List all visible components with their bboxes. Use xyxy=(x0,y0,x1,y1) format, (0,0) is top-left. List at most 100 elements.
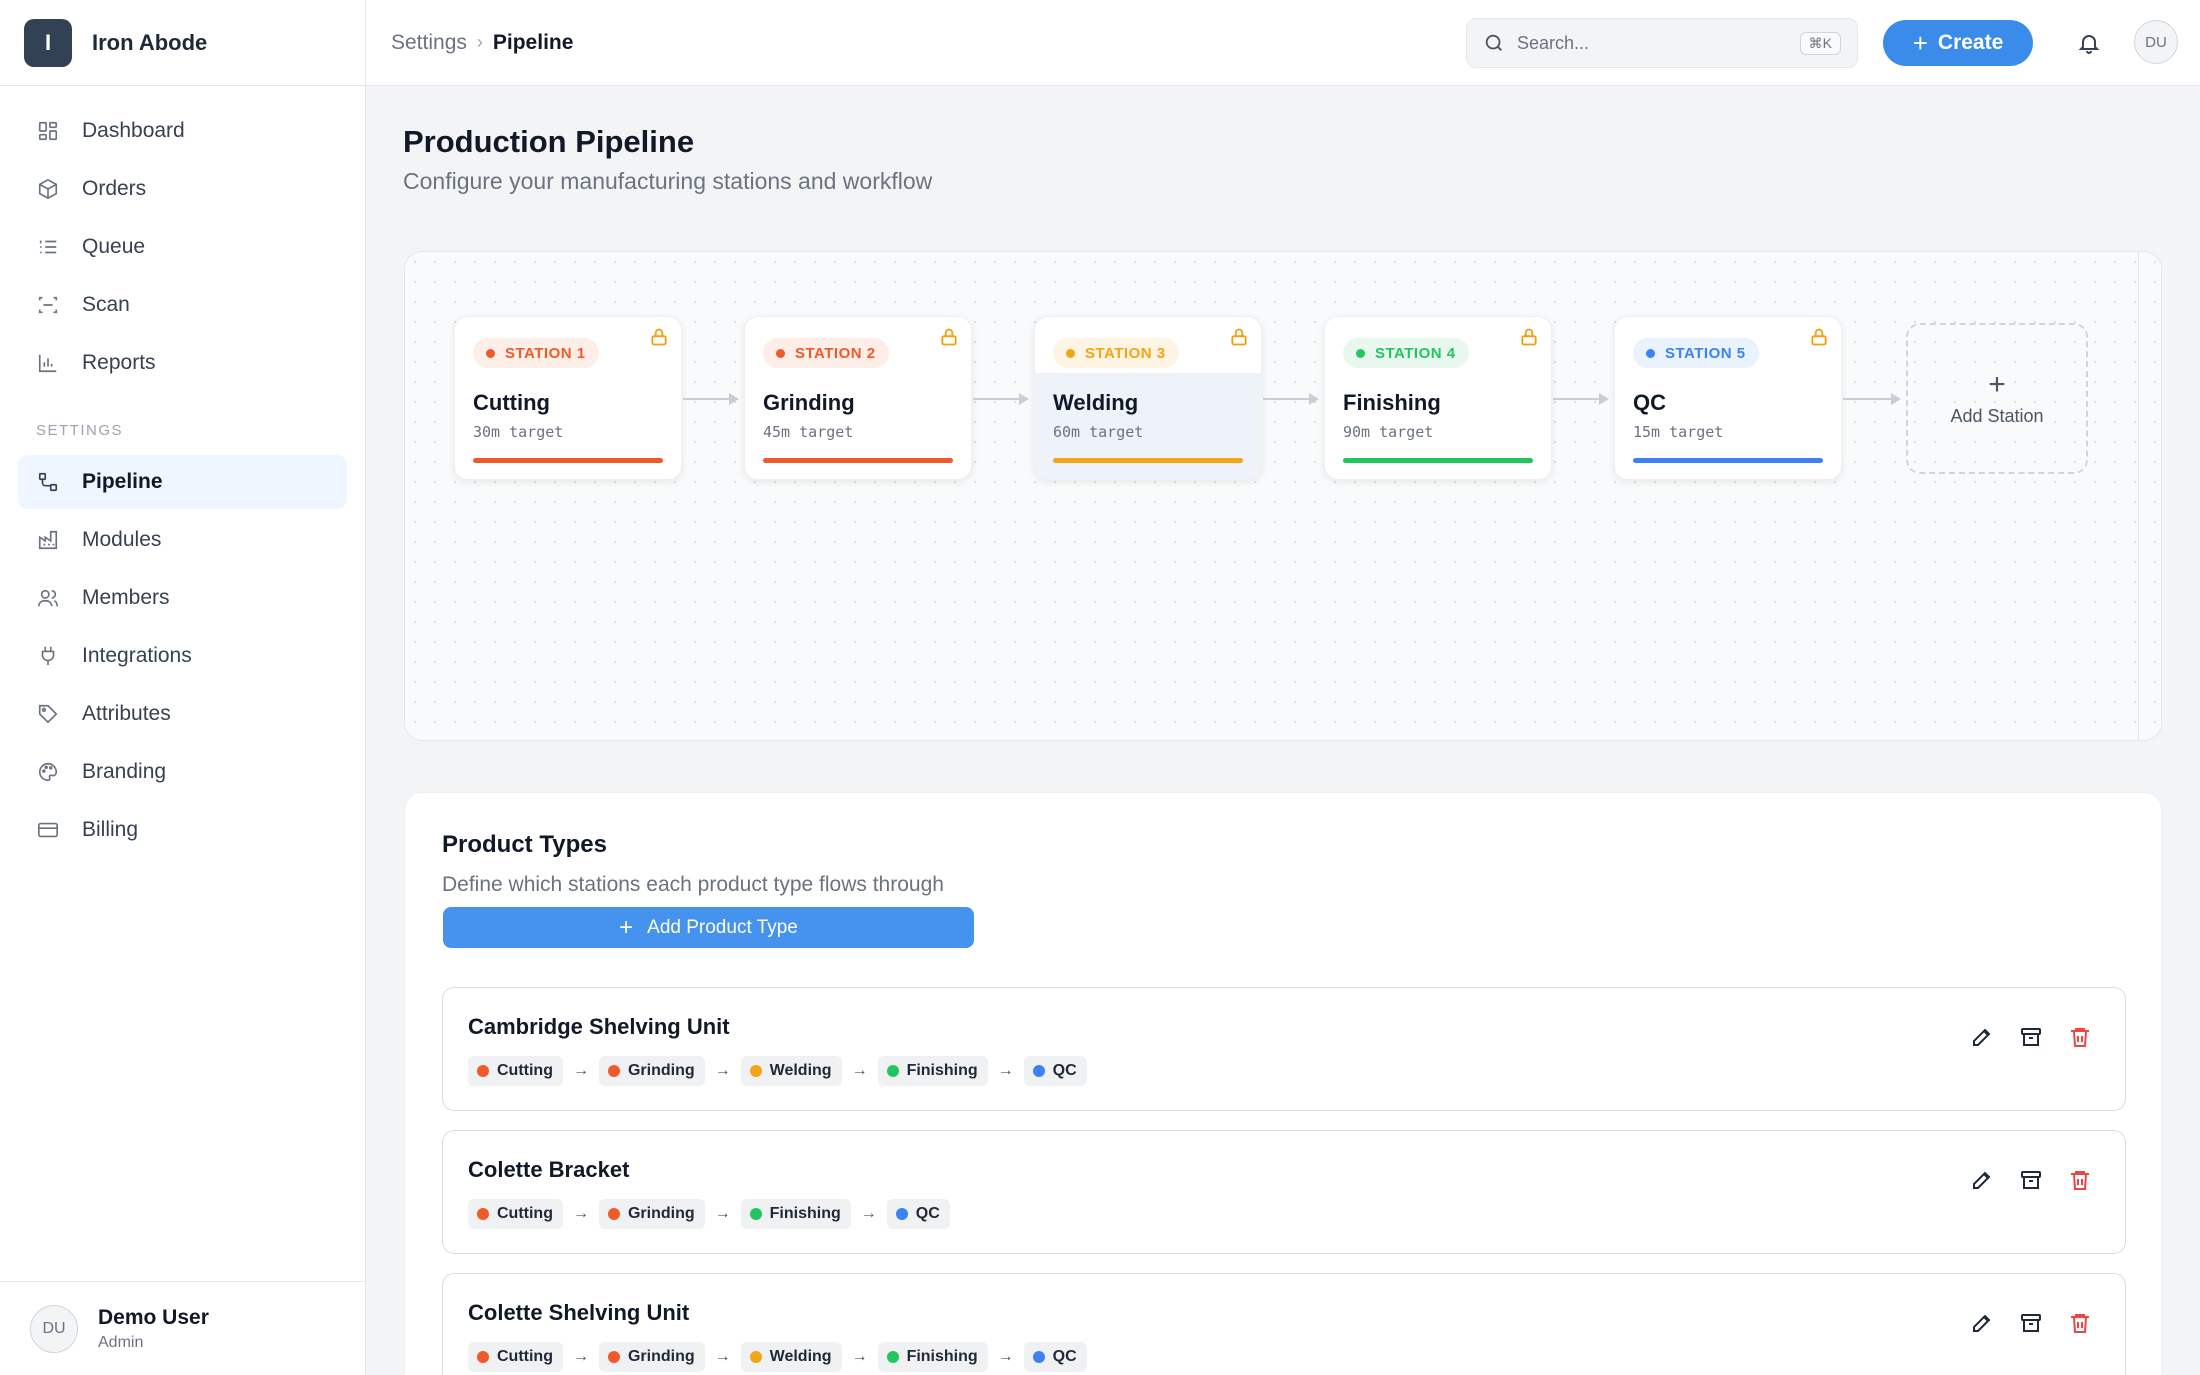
row-actions xyxy=(1948,1165,2095,1195)
lock-icon[interactable] xyxy=(1519,327,1539,347)
product-types-subtitle: Define which stations each product type … xyxy=(442,873,944,896)
palette-icon xyxy=(36,760,60,784)
station-chip-label: Grinding xyxy=(627,1348,695,1365)
station-chip: Grinding xyxy=(598,1056,705,1086)
arrow-right-icon: → xyxy=(714,1348,731,1365)
trash-icon[interactable] xyxy=(2065,1165,2095,1195)
row-actions xyxy=(1948,1308,2095,1338)
station-chip: Welding xyxy=(740,1342,842,1372)
station-flow: Cutting → Grinding → Welding → Finishing… xyxy=(468,1056,1087,1086)
station-badge-label: STATION 5 xyxy=(1665,344,1746,362)
station-chip-label: Finishing xyxy=(769,1205,841,1222)
page-subtitle: Configure your manufacturing stations an… xyxy=(403,168,933,194)
product-type-row[interactable]: Colette Bracket Cutting → Grinding → Fin… xyxy=(442,1130,2126,1254)
station-chip: Grinding xyxy=(598,1342,705,1372)
bell-icon[interactable] xyxy=(2072,26,2106,60)
product-type-row[interactable]: Cambridge Shelving Unit Cutting → Grindi… xyxy=(442,987,2126,1111)
lock-icon[interactable] xyxy=(649,327,669,347)
station-name: Finishing xyxy=(1343,390,1441,415)
lock-icon[interactable] xyxy=(939,327,959,347)
station-card-4[interactable]: STATION 4 Finishing 90m target xyxy=(1324,316,1552,480)
avatar[interactable]: DU xyxy=(2134,20,2178,64)
canvas-scrollbar[interactable] xyxy=(2138,252,2139,740)
station-chip: Finishing xyxy=(877,1056,988,1086)
edit-icon[interactable] xyxy=(1967,1165,1997,1195)
scan-icon xyxy=(36,293,60,317)
add-station-label: Add Station xyxy=(1950,406,2044,426)
nav-item-scan[interactable]: Scan xyxy=(18,278,347,332)
station-chip: Cutting xyxy=(468,1342,563,1372)
station-color-bar xyxy=(1633,458,1823,463)
station-chip: Cutting xyxy=(468,1199,563,1229)
archive-icon[interactable] xyxy=(2016,1308,2046,1338)
trash-icon[interactable] xyxy=(2065,1022,2095,1052)
create-button[interactable]: + Create xyxy=(1883,20,2033,66)
station-chip: Finishing xyxy=(740,1199,851,1229)
user-name: Demo User xyxy=(98,1305,209,1329)
nav-item-dashboard[interactable]: Dashboard xyxy=(18,104,347,158)
nav-label: Branding xyxy=(82,760,167,783)
lock-icon[interactable] xyxy=(1229,327,1249,347)
add-product-type-button[interactable]: + Add Product Type xyxy=(443,907,974,948)
add-station-button[interactable]: + Add Station xyxy=(1906,323,2088,474)
nav-label: Orders xyxy=(82,177,147,200)
station-chip: QC xyxy=(886,1199,950,1229)
product-type-row[interactable]: Colette Shelving Unit Cutting → Grinding… xyxy=(442,1273,2126,1375)
nav-item-pipeline[interactable]: Pipeline xyxy=(18,455,347,509)
product-types-title: Product Types xyxy=(442,831,607,858)
station-card-1[interactable]: STATION 1 Cutting 30m target xyxy=(454,316,682,480)
breadcrumb-settings[interactable]: Settings xyxy=(391,31,467,55)
nav-item-attributes[interactable]: Attributes xyxy=(18,687,347,741)
nav-item-integrations[interactable]: Integrations xyxy=(18,629,347,683)
pipeline-icon xyxy=(36,470,60,494)
nav-label: Integrations xyxy=(82,644,192,667)
nav-item-reports[interactable]: Reports xyxy=(18,336,347,390)
nav-item-billing[interactable]: Billing xyxy=(18,803,347,857)
station-chip: Welding xyxy=(740,1056,842,1086)
search-input[interactable]: Search... ⌘K xyxy=(1466,18,1858,68)
nav-item-branding[interactable]: Branding xyxy=(18,745,347,799)
archive-icon[interactable] xyxy=(2016,1165,2046,1195)
trash-icon[interactable] xyxy=(2065,1308,2095,1338)
nav-item-orders[interactable]: Orders xyxy=(18,162,347,216)
station-chip-label: Grinding xyxy=(627,1205,695,1222)
nav-label: Queue xyxy=(82,235,146,258)
station-chip: QC xyxy=(1023,1342,1087,1372)
nav-item-members[interactable]: Members xyxy=(18,571,347,625)
pipeline-canvas[interactable]: STATION 1 Cutting 30m target STATION 2 G… xyxy=(404,251,2162,741)
brand[interactable]: I Iron Abode xyxy=(0,0,365,86)
station-color-bar xyxy=(1343,458,1533,463)
edit-icon[interactable] xyxy=(1967,1308,1997,1338)
archive-icon[interactable] xyxy=(2016,1022,2046,1052)
sidebar: I Iron Abode Dashboard Orders Queue Scan… xyxy=(0,0,366,1375)
search-shortcut: ⌘K xyxy=(1799,31,1841,55)
nav-item-queue[interactable]: Queue xyxy=(18,220,347,274)
box-icon xyxy=(36,177,60,201)
station-badge: STATION 1 xyxy=(473,338,599,368)
connector-arrow xyxy=(973,393,1029,405)
factory-icon xyxy=(36,528,60,552)
station-badge-label: STATION 3 xyxy=(1085,344,1166,362)
arrow-right-icon: → xyxy=(860,1205,877,1222)
connector-arrow xyxy=(683,393,739,405)
station-color-bar xyxy=(473,458,663,463)
list-icon xyxy=(36,235,60,259)
plus-icon: + xyxy=(619,913,634,941)
bar-chart-icon xyxy=(36,351,60,375)
station-badge-label: STATION 1 xyxy=(505,344,586,362)
station-card-2[interactable]: STATION 2 Grinding 45m target xyxy=(744,316,972,480)
nav-label: Dashboard xyxy=(82,119,185,142)
lock-icon[interactable] xyxy=(1809,327,1829,347)
user-role: Admin xyxy=(98,1333,144,1351)
edit-icon[interactable] xyxy=(1967,1022,1997,1052)
breadcrumb-pipeline: Pipeline xyxy=(492,30,574,54)
station-name: QC xyxy=(1633,390,1666,415)
nav-item-modules[interactable]: Modules xyxy=(18,513,347,567)
station-card-3[interactable]: STATION 3 Welding 60m target xyxy=(1034,316,1262,480)
product-type-name: Colette Bracket xyxy=(468,1157,630,1182)
user-profile[interactable]: DU Demo User Admin xyxy=(0,1281,365,1375)
station-flow: Cutting → Grinding → Finishing → QC xyxy=(468,1199,950,1229)
station-card-5[interactable]: STATION 5 QC 15m target xyxy=(1614,316,1842,480)
station-chip-label: Welding xyxy=(769,1062,832,1079)
station-chip-label: Cutting xyxy=(497,1205,553,1222)
